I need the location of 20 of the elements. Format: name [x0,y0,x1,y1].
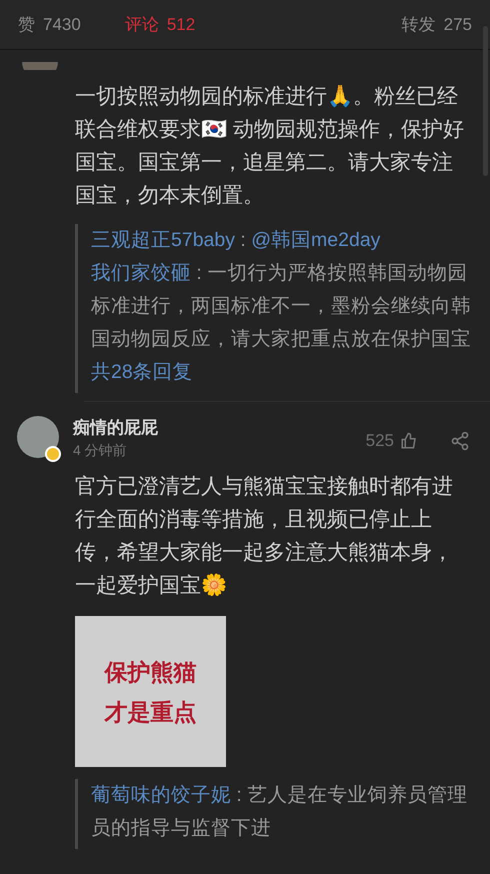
like-count: 525 [366,430,394,452]
comment-text: 官方已澄清艺人与熊猫宝宝接触时都有进行全面的消毒等措施，且视频已停止上传，希望大家能一起多注意大熊猫本身，一起爱护国宝🌼 [75,474,454,599]
thumbs-up-icon[interactable] [400,432,418,450]
avatar[interactable] [17,416,59,458]
tab[interactable]: 转发 275 [402,12,472,38]
scrollbar[interactable] [483,26,488,176]
more-replies-link[interactable]: 共28条回复 [91,356,472,389]
reply-text: 三观超正57baby : @韩国me2day [91,228,382,253]
sticker-image: 保护熊猫 才是重点 [75,616,226,767]
reply-author-link[interactable]: 葡萄味的饺子妮 [91,784,231,806]
reply-text: 我们家饺砸 : 一切行为严格按照韩国动物园标准进行，两国标准不一，墨粉会继续向韩国动物园反应，请大家把重点放在保护国宝 [91,261,472,352]
timestamp: 4 分钟前 [73,441,128,460]
reply-author-link[interactable]: 我们家饺砸 [91,262,191,284]
username[interactable]: 痴情的屁屁 [73,416,352,440]
tab[interactable]: 赞 7430 [18,12,81,38]
reply-author-link[interactable]: 三观超正57baby [91,229,235,251]
comment-text: 一切按照动物园的标准进行🙏。粉丝已经联合维权要求🇰🇷 动物园规范操作，保护好国宝。国宝第一，追星第二。请大家专注国宝，勿本末倒置。 [75,84,465,209]
tab[interactable]: 评论 512 [124,12,196,38]
share-icon[interactable] [450,430,470,451]
reply-text: 葡萄味的饺子妮 : 艺人是在专业饲养员管理员的指导与监督下进 [91,783,468,841]
